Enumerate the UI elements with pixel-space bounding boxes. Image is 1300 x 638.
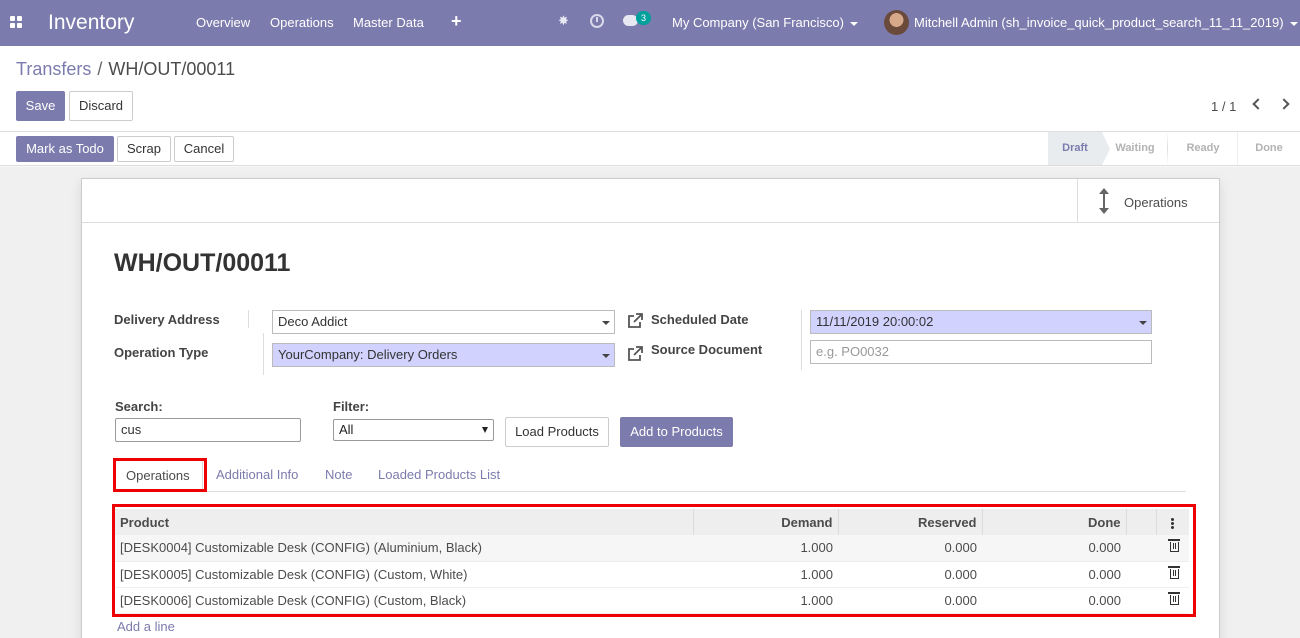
scrap-button[interactable]: Scrap: [117, 136, 171, 162]
search-label: Search:: [115, 399, 163, 414]
menu-overview[interactable]: Overview: [196, 15, 250, 30]
plus-icon[interactable]: +: [451, 11, 462, 32]
stage-ready-label: Ready: [1186, 142, 1220, 154]
menu-master-data[interactable]: Master Data: [353, 15, 424, 30]
save-button[interactable]: Save: [16, 91, 65, 121]
breadcrumb-current: WH/OUT/00011: [108, 59, 236, 79]
stage-waiting-label: Waiting: [1115, 142, 1155, 154]
company-name: My Company (San Francisco): [672, 15, 844, 30]
scheduled-date-value: 11/11/2019 20:00:02: [816, 314, 934, 329]
breadcrumb-separator: /: [97, 59, 103, 79]
cancel-button[interactable]: Cancel: [174, 136, 234, 162]
stage-draft[interactable]: Draft: [1048, 132, 1110, 165]
operation-type-label: Operation Type: [114, 345, 209, 360]
operation-type-value: YourCompany: Delivery Orders: [278, 347, 458, 362]
caret-down-icon[interactable]: [602, 354, 610, 358]
add-to-products-button[interactable]: Add to Products: [620, 417, 733, 447]
chevron-left-icon[interactable]: [1252, 98, 1264, 110]
chat-count-badge: 3: [636, 11, 651, 25]
scheduled-date-field[interactable]: 11/11/2019 20:00:02: [810, 310, 1152, 334]
product-search-input[interactable]: cus: [115, 418, 301, 442]
source-document-field[interactable]: e.g. PO0032: [810, 340, 1152, 364]
caret-down-icon[interactable]: [1139, 321, 1147, 325]
tab-loaded-products-list[interactable]: Loaded Products List: [378, 458, 500, 491]
control-panel: Transfers / WH/OUT/00011 Save Discard 1 / …: [0, 46, 1300, 132]
product-search-value: cus: [121, 422, 142, 437]
user-menu[interactable]: Mitchell Admin (sh_invoice_quick_product…: [914, 15, 1298, 30]
clock-icon[interactable]: [590, 14, 604, 28]
company-switcher[interactable]: My Company (San Francisco): [672, 15, 858, 30]
stage-waiting[interactable]: Waiting: [1102, 132, 1168, 165]
user-name: Mitchell Admin (sh_invoice_quick_product…: [914, 15, 1284, 30]
stage-ready[interactable]: Ready: [1168, 132, 1238, 165]
tab-additional-info[interactable]: Additional Info: [216, 458, 298, 491]
status-bar: Mark as Todo Scrap Cancel Draft Waiting …: [0, 132, 1300, 166]
stage-draft-label: Draft: [1062, 142, 1088, 154]
delivery-address-value: Deco Addict: [278, 314, 348, 329]
add-a-line-link[interactable]: Add a line: [117, 619, 175, 634]
discard-button[interactable]: Discard: [69, 91, 133, 121]
tab-note[interactable]: Note: [325, 458, 352, 491]
caret-down-icon[interactable]: [602, 321, 610, 325]
operation-type-field[interactable]: YourCompany: Delivery Orders: [272, 343, 615, 367]
filter-label: Filter:: [333, 399, 370, 414]
breadcrumb: Transfers / WH/OUT/00011: [16, 59, 235, 80]
form-sheet: Operations WH/OUT/00011 Delivery Address…: [81, 178, 1220, 638]
chevron-right-icon[interactable]: [1278, 98, 1290, 110]
smart-button-label: Operations: [1124, 195, 1188, 210]
scheduled-date-label: Scheduled Date: [651, 312, 749, 327]
delivery-address-field[interactable]: Deco Addict: [272, 310, 615, 334]
bug-icon[interactable]: ✸: [558, 13, 569, 29]
menu-operations[interactable]: Operations: [270, 15, 334, 30]
app-brand[interactable]: Inventory: [48, 11, 134, 35]
notebook-tabs: Operations Additional Info Note Loaded P…: [113, 458, 1186, 492]
filter-selected-value: All: [339, 422, 354, 437]
highlight-box-tab: [113, 458, 207, 492]
highlight-box-table: [112, 504, 1196, 617]
filter-select[interactable]: All: [333, 419, 494, 441]
source-document-placeholder: e.g. PO0032: [816, 344, 889, 359]
external-link-icon[interactable]: [626, 345, 644, 363]
top-navbar: Inventory Overview Operations Master Dat…: [0, 0, 1300, 46]
avatar[interactable]: [884, 10, 909, 35]
apps-menu-icon[interactable]: [10, 16, 23, 29]
mark-as-todo-button[interactable]: Mark as Todo: [16, 136, 114, 162]
pager-value[interactable]: 1 / 1: [1211, 99, 1236, 114]
load-products-button[interactable]: Load Products: [505, 417, 609, 447]
caret-down-icon: [482, 427, 488, 433]
caret-down-icon: [1289, 21, 1298, 26]
record-title: WH/OUT/00011: [114, 249, 291, 277]
external-link-icon[interactable]: [626, 312, 644, 330]
caret-down-icon: [849, 21, 858, 26]
breadcrumb-transfers[interactable]: Transfers: [16, 59, 91, 79]
delivery-address-label: Delivery Address: [114, 312, 220, 327]
stage-bar: Draft Waiting Ready Done: [1048, 132, 1300, 165]
source-document-label: Source Document: [651, 342, 763, 357]
operations-smart-button[interactable]: Operations: [1077, 179, 1219, 222]
stage-done-label: Done: [1255, 142, 1283, 154]
stage-done[interactable]: Done: [1238, 132, 1300, 165]
arrows-v-icon: [1099, 188, 1109, 214]
